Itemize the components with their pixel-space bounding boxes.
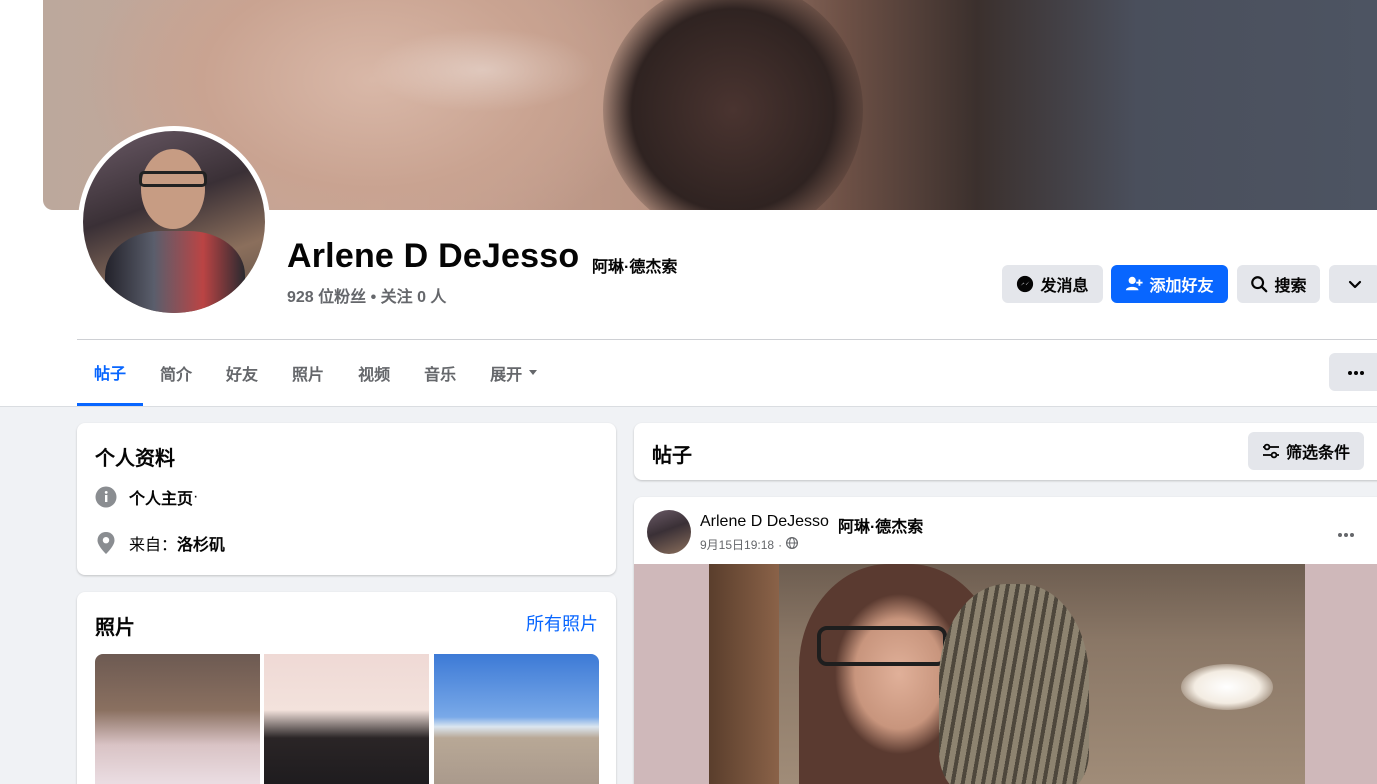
intro-row-page: 个人主页 · [95,485,198,509]
profile-header: Arlene D DeJesso 阿琳·德杰索 928 位粉丝 • 关注 0 人… [0,0,1377,407]
post-image[interactable] [634,564,1377,784]
profile-name: Arlene D DeJesso [287,237,580,275]
intro-card: 个人资料 个人主页 · 来自： 洛杉矶 [77,423,616,575]
search-icon [1250,275,1268,293]
message-label: 发消息 [1040,278,1089,295]
intro-page-label: 个人主页 [129,491,194,508]
post-photo [709,564,1305,784]
post-author-avatar[interactable] [647,510,691,554]
tab-about[interactable]: 简介 [143,340,209,406]
intro-title: 个人资料 [95,448,175,470]
post-author-name[interactable]: Arlene D DeJesso [700,513,829,537]
add-friend-label: 添加好友 [1149,278,1214,295]
message-button[interactable]: 发消息 [1002,265,1103,303]
intro-row-location: 来自： 洛杉矶 [95,531,225,555]
chevron-down-icon [1347,276,1363,292]
tab-posts[interactable]: 帖子 [77,340,144,406]
search-button[interactable]: 搜索 [1237,265,1320,303]
photo-thumbnail[interactable] [264,654,429,784]
location-pin-icon [95,532,117,554]
posts-title: 帖子 [652,445,692,467]
tab-label: 视频 [358,367,391,384]
add-friend-icon [1125,275,1144,293]
tab-label: 好友 [226,367,259,384]
filter-icon [1262,443,1280,459]
post-author-alt-name[interactable]: 阿琳·德杰索 [838,513,923,537]
tab-label: 照片 [292,367,325,384]
tab-videos[interactable]: 视频 [341,340,407,406]
post-meta: 9月15日19:18 · [700,536,799,553]
avatar[interactable] [83,131,265,313]
globe-icon [786,536,799,552]
info-icon [95,486,117,508]
photos-title: 照片 [95,617,135,639]
intro-from-label: 来自： [129,537,178,554]
more-options-button[interactable] [1329,265,1377,303]
search-label: 搜索 [1274,278,1307,295]
post-meta-separator: · [778,537,783,552]
tabs-more-button[interactable] [1329,353,1377,391]
tab-music[interactable]: 音乐 [407,340,473,406]
tab-label: 音乐 [424,367,457,384]
filter-label: 筛选条件 [1285,445,1350,462]
post-author-line: Arlene D DeJesso 阿琳·德杰索 [700,513,923,537]
profile-alt-name: 阿琳·德杰索 [592,259,678,276]
add-friend-button[interactable]: 添加好友 [1111,265,1228,303]
tab-photos[interactable]: 照片 [275,340,341,406]
photo-thumbnail[interactable] [95,654,260,784]
tab-more[interactable]: 展开 [473,340,555,406]
ellipsis-icon [1347,363,1365,381]
posts-header-card: 帖子 筛选条件 [634,423,1377,480]
follower-stats[interactable]: 928 位粉丝 • 关注 0 人 [287,283,446,307]
ellipsis-icon [1337,525,1355,542]
tab-label: 展开 [490,367,523,384]
filter-button[interactable]: 筛选条件 [1248,432,1364,470]
all-photos-link[interactable]: 所有照片 [526,610,598,636]
profile-tabs: 帖子 简介 好友 照片 视频 音乐 展开 [77,340,555,407]
intro-from-value[interactable]: 洛杉矶 [177,531,225,555]
tab-label: 简介 [160,367,193,384]
post-timestamp[interactable]: 9月15日19:18 [700,536,774,553]
tab-label: 帖子 [94,365,127,383]
intro-page-suffix: · [193,488,199,505]
post-options-button[interactable] [1337,525,1355,543]
tab-friends[interactable]: 好友 [209,340,275,406]
caret-down-icon [528,364,538,382]
photo-thumbnail[interactable] [434,654,599,784]
messenger-icon [1016,275,1034,293]
